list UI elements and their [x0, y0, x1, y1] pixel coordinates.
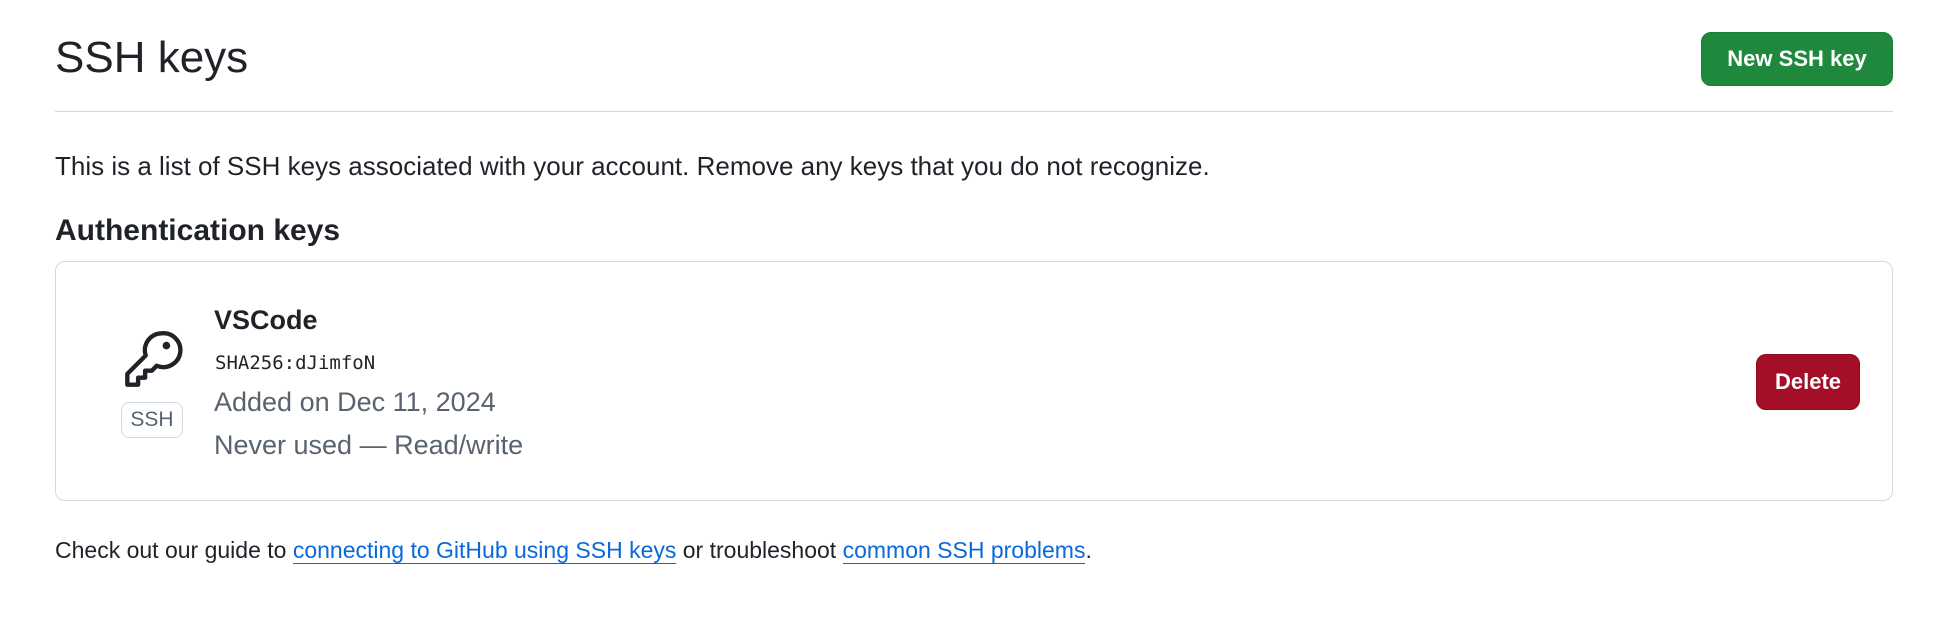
authentication-keys-heading: Authentication keys — [55, 214, 341, 247]
page-description: This is a list of SSH keys associated wi… — [55, 151, 1210, 181]
ssh-type-badge: SSH — [121, 402, 183, 438]
footer-text-before: Check out our guide to — [55, 537, 293, 563]
key-fingerprint: SHA256:dJimfoN — [215, 352, 376, 374]
delete-key-button[interactable]: Delete — [1756, 354, 1860, 410]
troubleshoot-link[interactable]: common SSH problems — [842, 537, 1086, 564]
new-ssh-key-button[interactable]: New SSH key — [1701, 32, 1893, 86]
key-title: VSCode — [214, 305, 318, 335]
ssh-guide-link[interactable]: connecting to GitHub using SSH keys — [292, 537, 677, 564]
key-added-date: Added on Dec 11, 2024 — [214, 387, 496, 417]
page-title: SSH keys — [55, 33, 249, 82]
footer-text-after: . — [1085, 537, 1092, 563]
footer-guide-note: Check out our guide to connecting to Git… — [55, 535, 1092, 565]
ssh-key-list-item: SSH VSCode SHA256:dJimfoN Added on Dec 1… — [55, 261, 1893, 501]
ssh-keys-page: SSH keys New SSH key This is a list of S… — [55, 0, 1893, 564]
footer-text-middle: or troubleshoot — [676, 537, 843, 563]
page-header: SSH keys New SSH key — [55, 0, 1893, 112]
key-icon — [118, 324, 188, 394]
key-usage-status: Never used — Read/write — [214, 430, 524, 460]
